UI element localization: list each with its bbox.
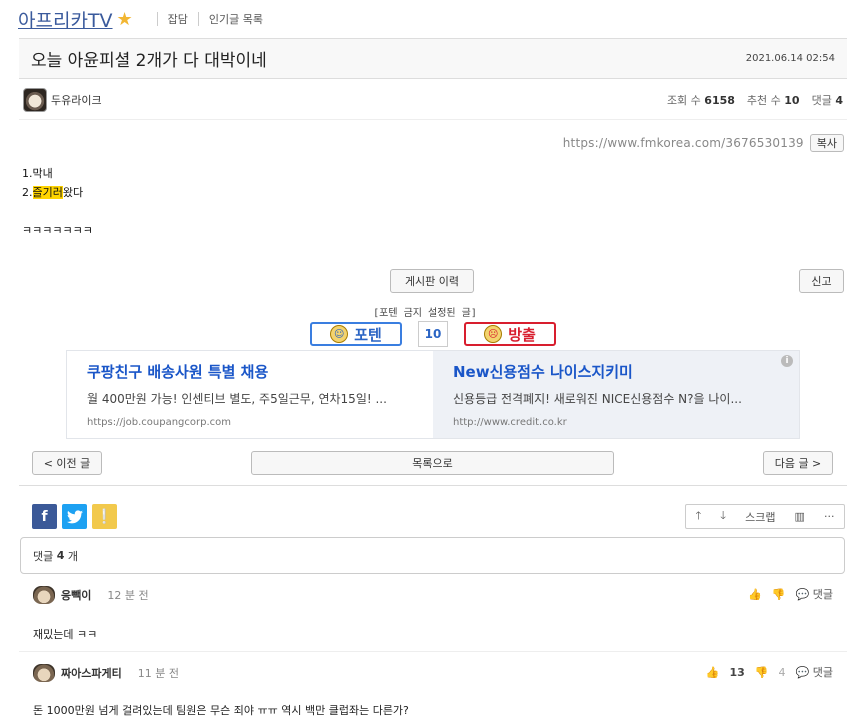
vote-count: 10 (418, 321, 448, 347)
comments-stat: 댓글 4 (811, 93, 843, 107)
upvote-button[interactable]: ☺ 포텐 (310, 322, 402, 346)
comment-item: 짜아스파게티 11 분 전 👍 13 👎 4 💬 댓글 돈 1000만원 넘게 … (19, 658, 847, 728)
angry-face-icon: ☹ (484, 325, 503, 343)
author-name[interactable]: 두유라이크 (51, 92, 102, 108)
post-stats: 조회 수 6158 추천 수 10 댓글 4 (667, 92, 843, 108)
stats-icon[interactable]: ▥ (795, 510, 805, 523)
ban-notice: [포텐 금지 설정된 글] (373, 308, 477, 319)
avatar[interactable] (23, 87, 47, 112)
post-title-bar: 오늘 아윤피셜 2개가 다 대박이네 2021.06.14 02:54 (19, 38, 847, 79)
divider (197, 12, 199, 26)
arrow-down-icon[interactable]: 🡓 (720, 507, 726, 526)
ad-headline[interactable]: New신용점수 나이스지키미 (453, 361, 779, 382)
thumbs-up-icon[interactable]: 👍 (706, 666, 720, 679)
vote-row: ☺ 포텐 10 ☹ 방출 (310, 321, 556, 347)
author-info[interactable]: 두유라이크 (23, 87, 102, 112)
list-button[interactable]: 목록으로 (251, 451, 614, 475)
comment-time: 11 분 전 (137, 667, 179, 680)
kakao-icon[interactable]: ❕ (92, 504, 117, 529)
post-tools: 🡑 🡓 스크랩 ▥ ··· (685, 504, 845, 529)
comment-count-box: 댓글 4 개 (20, 537, 845, 574)
comment-text: 재밌는데 ㅋㅋ (33, 628, 98, 641)
twitter-icon[interactable] (62, 504, 87, 529)
ad-description[interactable]: 신용등급 전격폐지! 새로워진 NICE신용점수 N?을 나이... (453, 390, 779, 407)
ad-url[interactable]: https://job.coupangcorp.com (87, 417, 413, 428)
ad-box: 쿠팡친구 배송사원 특별 채용 월 400만원 가능! 인센티브 별도, 주5일… (66, 350, 800, 439)
report-button[interactable]: 신고 (799, 269, 844, 293)
avatar[interactable] (33, 664, 55, 682)
thumbs-up-icon[interactable]: 👍 (748, 588, 762, 601)
facebook-icon[interactable]: f (32, 504, 57, 529)
post-content: 1.막내 2.즐기러왔다 ㅋㅋㅋㅋㅋㅋㅋ (22, 164, 93, 240)
reply-button[interactable]: 💬 댓글 (796, 664, 833, 680)
arrow-up-icon[interactable]: 🡑 (696, 507, 702, 526)
downvote-button[interactable]: ☹ 방출 (464, 322, 556, 346)
category-link[interactable]: 잡담 (168, 11, 188, 27)
top-bar: 아프리카TV ★ 잡담 인기글 목록 (0, 0, 850, 38)
divider (19, 485, 847, 486)
comment-item: 응빽이 12 분 전 👍 👎 💬 댓글 재밌는데 ㅋㅋ (19, 580, 847, 652)
ad-item[interactable]: 쿠팡친구 배송사원 특별 채용 월 400만원 가능! 인센티브 별도, 주5일… (67, 351, 433, 438)
ad-description[interactable]: 월 400만원 가능! 인센티브 별도, 주5일근무, 연차15일! ... (87, 390, 413, 407)
more-icon[interactable]: ··· (824, 510, 835, 523)
ad-url[interactable]: http://www.credit.co.kr (453, 417, 779, 428)
board-history-button[interactable]: 게시판 이력 (390, 269, 474, 293)
upvote-count: 13 (729, 665, 745, 679)
thumbs-down-icon[interactable]: 👎 (755, 666, 769, 679)
prev-post-button[interactable]: < 이전 글 (32, 451, 102, 475)
share-buttons: f ❕ (32, 504, 117, 529)
url-row: https://www.fmkorea.com/3676530139 복사 (563, 134, 844, 152)
scrap-button[interactable]: 스크랩 (745, 509, 775, 525)
views-stat: 조회 수 6158 (666, 93, 735, 107)
smile-face-icon: ☺ (330, 325, 349, 343)
star-icon[interactable]: ★ (117, 9, 133, 30)
comment-actions: 👍 13 👎 4 💬 댓글 (706, 664, 833, 680)
board-name-link[interactable]: 아프리카TV (18, 6, 113, 33)
post-url[interactable]: https://www.fmkorea.com/3676530139 (563, 136, 804, 150)
next-post-button[interactable]: 다음 글 > (763, 451, 833, 475)
post-title: 오늘 아윤피셜 2개가 다 대박이네 (31, 51, 267, 71)
author-row: 두유라이크 조회 수 6158 추천 수 10 댓글 4 (19, 80, 847, 120)
comment-author[interactable]: 응빽이 (61, 587, 91, 603)
ad-headline[interactable]: 쿠팡친구 배송사원 특별 채용 (87, 361, 413, 382)
divider (156, 12, 158, 26)
info-icon[interactable]: i (781, 355, 793, 367)
comment-count: 4 (56, 549, 65, 562)
post-nav: < 이전 글 목록으로 다음 글 > (0, 451, 850, 475)
comment-header: 짜아스파게티 11 분 전 (33, 664, 179, 682)
downvote-count: 4 (778, 665, 786, 679)
comment-time: 12 분 전 (107, 589, 149, 602)
thumbs-down-icon[interactable]: 👎 (772, 588, 786, 601)
content-line: 2.즐기러왔다 (22, 186, 84, 199)
copy-button[interactable]: 복사 (809, 134, 844, 152)
highlighted-text: 즐기러 (32, 186, 63, 199)
recommends-stat: 추천 수 10 (746, 93, 800, 107)
comment-actions: 👍 👎 💬 댓글 (748, 586, 833, 602)
content-line: ㅋㅋㅋㅋㅋㅋㅋ (22, 224, 93, 237)
ad-item[interactable]: New신용점수 나이스지키미 신용등급 전격폐지! 새로워진 NICE신용점수 … (433, 351, 799, 438)
avatar[interactable] (33, 586, 55, 604)
content-line: 1.막내 (22, 167, 53, 180)
reply-button[interactable]: 💬 댓글 (796, 586, 833, 602)
comment-text: 돈 1000만원 넘게 걸려있는데 팀원은 무슨 죄야 ㅠㅠ 역시 백만 클럽좌… (33, 704, 409, 717)
popular-list-link[interactable]: 인기글 목록 (209, 11, 263, 27)
post-date: 2021.06.14 02:54 (745, 53, 835, 64)
comment-header: 응빽이 12 분 전 (33, 586, 149, 604)
comment-author[interactable]: 짜아스파게티 (61, 665, 122, 681)
